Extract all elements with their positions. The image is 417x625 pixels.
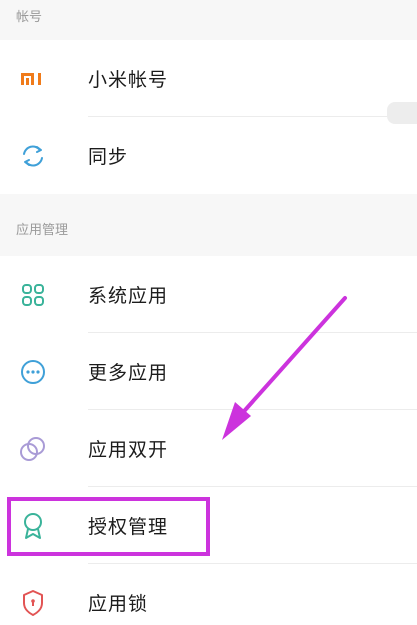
sync-icon [18, 141, 48, 171]
settings-item-label: 小米帐号 [88, 69, 169, 91]
annotation-highlight-box [7, 497, 210, 556]
account-group: 小米帐号 同步 [0, 40, 417, 194]
settings-item-label: 应用双开 [88, 439, 169, 461]
account-value-placeholder [387, 102, 417, 124]
mi-logo-icon [18, 64, 48, 94]
dual-circles-icon [18, 434, 48, 464]
settings-item-label: 应用锁 [88, 593, 149, 615]
settings-item-label: 系统应用 [88, 285, 169, 307]
settings-item-mi-account[interactable]: 小米帐号 [0, 40, 417, 117]
settings-item-label: 同步 [88, 146, 129, 168]
settings-page: 帐号 小米帐号 同步 应用管理 系统应用 更多应用 应用双开 授权管理 应用锁 [0, 0, 417, 625]
section-header-account: 帐号 [16, 10, 43, 25]
apps-group: 系统应用 更多应用 应用双开 授权管理 应用锁 [0, 256, 417, 625]
settings-item-system-apps[interactable]: 系统应用 [0, 256, 417, 333]
settings-item-label: 更多应用 [88, 362, 169, 384]
shield-lock-icon [18, 588, 48, 618]
settings-item-dual-apps[interactable]: 应用双开 [0, 410, 417, 487]
grid-icon [18, 280, 48, 310]
settings-item-sync[interactable]: 同步 [0, 117, 417, 194]
settings-item-app-lock[interactable]: 应用锁 [0, 564, 417, 625]
settings-item-more-apps[interactable]: 更多应用 [0, 333, 417, 410]
more-dots-icon [18, 357, 48, 387]
section-header-apps: 应用管理 [16, 223, 69, 238]
